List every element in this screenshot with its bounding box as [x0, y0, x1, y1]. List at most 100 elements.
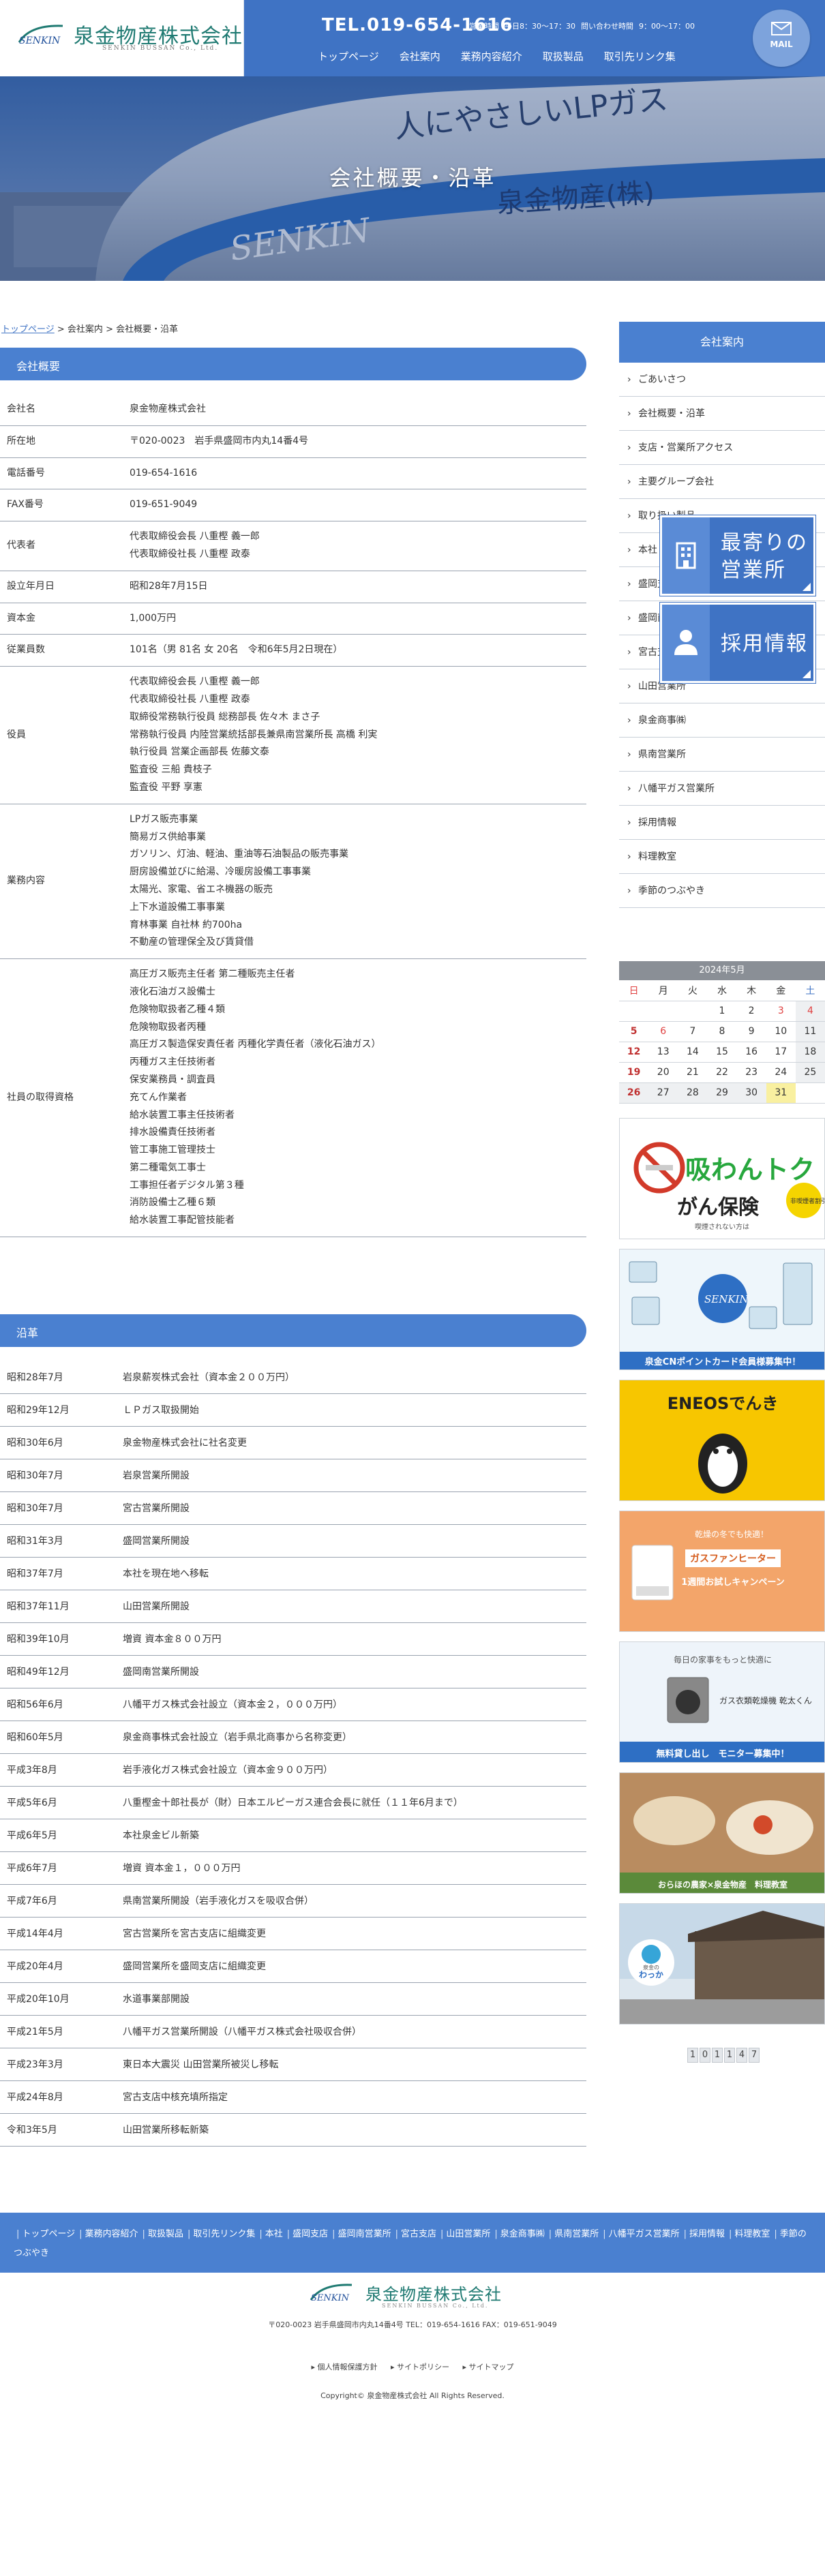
- nearest-office-banner[interactable]: 最寄りの 営業所: [660, 515, 815, 596]
- overview-key: 資本金: [0, 603, 123, 635]
- nav-top[interactable]: トップページ: [318, 49, 379, 63]
- history-row: 平成5年6月 八重樫金十郎社長が（財）日本エルピーガス連合会長に就任（１１年6月ま…: [0, 1786, 586, 1819]
- calendar-day: 24: [766, 1062, 796, 1083]
- footer-link-site-policy[interactable]: ▸ サイトポリシー: [391, 2363, 449, 2372]
- sidebar-item[interactable]: 主要グループ会社: [619, 465, 825, 499]
- nav-business[interactable]: 業務内容紹介: [461, 49, 522, 63]
- history-date: 平成23年3月: [0, 2048, 116, 2081]
- site-header: SENKIN 泉金物産株式会社 SENKIN BUSSAN Co., Ltd. …: [0, 0, 825, 76]
- calendar-day: 1: [707, 1001, 737, 1022]
- calendar-day: 10: [766, 1021, 796, 1042]
- footer-nav-item[interactable]: 採用情報: [689, 2229, 725, 2239]
- overview-value: 1,000万円: [123, 603, 586, 635]
- svg-text:SENKIN: SENKIN: [704, 1293, 749, 1305]
- overview-value: LPガス販売事業 簡易ガス供給事業 ガソリン、灯油、軽油、重油等石油製品の販売事業厨…: [123, 804, 586, 960]
- nav-company[interactable]: 会社案内: [400, 49, 440, 63]
- kanta-kun-dryer-banner[interactable]: 毎日の家事をもっと快適に ガス衣類乾燥機 乾太くん 無料貸し出し モニター募集中…: [619, 1641, 825, 1763]
- footer-nav-item[interactable]: 県南営業所: [554, 2229, 599, 2239]
- history-row: 昭和30年7月 宮古営業所開設: [0, 1491, 586, 1525]
- calendar-day: 7: [678, 1021, 708, 1042]
- history-date: 昭和49年12月: [0, 1655, 116, 1688]
- logo[interactable]: SENKIN 泉金物産株式会社 SENKIN BUSSAN Co., Ltd.: [0, 0, 244, 76]
- history-row: 昭和39年10月 増資 資本金８００万円: [0, 1622, 586, 1656]
- svg-text:おらほの農家×泉金物産 料理教室: おらほの農家×泉金物産 料理教室: [658, 1879, 787, 1890]
- sidebar-item[interactable]: 採用情報: [619, 806, 825, 840]
- sidebar-item[interactable]: ごあいさつ: [619, 363, 825, 397]
- history-event: 本社を現在地へ移転: [116, 1557, 586, 1590]
- overview-heading: 会社概要: [0, 348, 586, 380]
- footer-link-sitemap[interactable]: ▸ サイトマップ: [463, 2363, 514, 2372]
- calendar-title: 2024年5月: [619, 961, 825, 980]
- footer-link-privacy[interactable]: ▸ 個人情報保護方針: [311, 2363, 377, 2372]
- svg-text:1週間お試しキャンペーン: 1週間お試しキャンペーン: [681, 1577, 784, 1588]
- footer-nav-item[interactable]: 山田営業所: [446, 2229, 490, 2239]
- footer-nav-item[interactable]: 盛岡支店: [292, 2229, 328, 2239]
- history-event: 宮古営業所開設: [116, 1491, 586, 1525]
- sidebar-item[interactable]: 八幡平ガス営業所: [619, 772, 825, 806]
- history-row: 昭和37年7月 本社を現在地へ移転: [0, 1557, 586, 1590]
- sidebar-item[interactable]: 支店・営業所アクセス: [619, 431, 825, 465]
- overview-row: 代表者 代表取締役会長 八重樫 義一郎 代表取締役社長 八重樫 政泰: [0, 521, 586, 571]
- overview-key: 社員の取得資格: [0, 958, 123, 1238]
- wakka-banner[interactable]: わっか 泉金の: [619, 1903, 825, 2025]
- nav-links[interactable]: 取引先リンク集: [604, 49, 676, 63]
- overview-value: 昭和28年7月15日: [123, 571, 586, 603]
- footer-nav-item[interactable]: 盛岡南営業所: [338, 2229, 391, 2239]
- history-date: 昭和31年3月: [0, 1524, 116, 1558]
- history-event: 盛岡南営業所開設: [116, 1655, 586, 1688]
- calendar-day: 13: [648, 1042, 678, 1063]
- overview-row: 電話番号 019-654-1616: [0, 457, 586, 490]
- breadcrumb-top[interactable]: トップページ: [1, 324, 55, 335]
- svg-text:泉金の: 泉金の: [643, 1964, 659, 1971]
- sidebar-item[interactable]: 季節のつぶやき: [619, 874, 825, 908]
- svg-text:泉金CNポイントカード会員様募集中！: 泉金CNポイントカード会員様募集中！: [645, 1357, 800, 1367]
- sidebar-item[interactable]: 県南営業所: [619, 738, 825, 772]
- cancer-insurance-banner[interactable]: 吸わんトク がん保険 非喫煙者割引 喫煙されない方は: [619, 1118, 825, 1239]
- svg-text:がん保険: がん保険: [677, 1196, 760, 1219]
- history-date: 昭和56年6月: [0, 1688, 116, 1721]
- history-row: 平成14年4月 宮古営業所を宮古支店に組織変更: [0, 1917, 586, 1950]
- business-hours: 営業時間 平日8：30〜17：30 問い合わせ時間 9：00〜17：00: [469, 22, 695, 31]
- mail-button[interactable]: MAIL: [753, 10, 810, 67]
- sidebar-item[interactable]: 料理教室: [619, 840, 825, 874]
- footer-nav-item[interactable]: トップページ: [22, 2229, 75, 2239]
- footer-nav-item[interactable]: 本社: [265, 2229, 283, 2239]
- footer-nav-item[interactable]: 取引先リンク集: [193, 2229, 255, 2239]
- overview-row: 社員の取得資格 高圧ガス販売主任者 第二種販売主任者 液化石油ガス設備士 危険物取扱者…: [0, 958, 586, 1238]
- footer-nav-item[interactable]: 宮古支店: [401, 2229, 436, 2239]
- history-date: 昭和29年12月: [0, 1393, 116, 1427]
- food-icon: おらほの農家×泉金物産 料理教室: [620, 1773, 824, 1893]
- history-event: 八幡平ガス株式会社設立（資本金２，０００万円）: [116, 1688, 586, 1721]
- sidebar-item[interactable]: 泉金商事㈱: [619, 703, 825, 738]
- overview-row: 設立年月日 昭和28年7月15日: [0, 571, 586, 603]
- footer-nav-item[interactable]: 業務内容紹介: [85, 2229, 138, 2239]
- calendar-day: 27: [648, 1082, 678, 1104]
- nav-products[interactable]: 取扱製品: [543, 49, 584, 63]
- footer-nav-item[interactable]: 取扱製品: [148, 2229, 183, 2239]
- history-row: 平成21年5月 八幡平ガス営業所開設（八幡平ガス株式会社吸収合併）: [0, 2015, 586, 2048]
- cooking-class-banner[interactable]: おらほの農家×泉金物産 料理教室: [619, 1772, 825, 1894]
- calendar-day: 14: [678, 1042, 708, 1063]
- history-row: 令和3年5月 山田営業所移転新築: [0, 2113, 586, 2147]
- calendar-day: 15: [707, 1042, 737, 1063]
- history-date: 平成6年5月: [0, 1819, 116, 1852]
- gas-fan-heater-banner[interactable]: 乾燥の冬でも快適！ ガスファンヒーター 1週間お試しキャンペーン: [619, 1511, 825, 1632]
- history-event: 八重樫金十郎社長が（財）日本エルピーガス連合会長に就任（１１年6月まで）: [116, 1786, 586, 1819]
- svg-text:非喫煙者割引: 非喫煙者割引: [790, 1197, 825, 1205]
- svg-text:毎日の家事をもっと快適に: 毎日の家事をもっと快適に: [674, 1654, 772, 1665]
- recruit-banner[interactable]: 採用情報: [660, 603, 815, 683]
- eneos-denki-banner[interactable]: ENEOSでんき: [619, 1380, 825, 1501]
- history-event: 山田営業所開設: [116, 1590, 586, 1623]
- cn-point-card-banner[interactable]: SENKIN 泉金CNポイントカード会員様募集中！: [619, 1249, 825, 1370]
- history-date: 平成21年5月: [0, 2015, 116, 2048]
- breadcrumb-parent[interactable]: 会社案内: [68, 324, 103, 335]
- history-event: 水道事業部開設: [116, 1982, 586, 2016]
- footer-nav-item[interactable]: 料理教室: [734, 2229, 770, 2239]
- calendar-weekday: 木: [736, 980, 766, 1001]
- history-date: 昭和30年7月: [0, 1459, 116, 1492]
- sidebar-item[interactable]: 会社概要・沿革: [619, 397, 825, 431]
- business-calendar: 2024年5月 日月火水木金土 1 2 3 4 5 6 7 8 9 10 11 12 13 14 15 16 17…: [619, 961, 825, 1104]
- footer-nav-item[interactable]: 泉金商事㈱: [500, 2229, 545, 2239]
- overview-row: 業務内容 LPガス販売事業 簡易ガス供給事業 ガソリン、灯油、軽油、重油等石油製品の販…: [0, 804, 586, 960]
- footer-nav-item[interactable]: 八幡平ガス営業所: [609, 2229, 680, 2239]
